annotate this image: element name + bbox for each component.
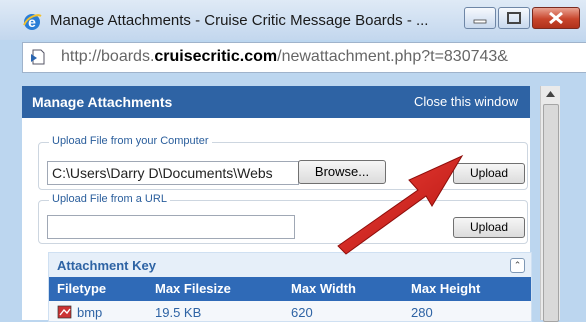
table-row: bmp 19.5 KB 620 280 bbox=[49, 301, 531, 321]
url-domain: cruisecritic.com bbox=[154, 48, 278, 65]
file-path-input[interactable]: C:\Users\Darry D\Documents\Webs bbox=[47, 161, 299, 185]
upload-from-url-legend: Upload File from a URL bbox=[49, 193, 170, 205]
address-bar[interactable]: http://boards.cruisecritic.com/newattach… bbox=[22, 42, 586, 73]
attachment-key-header: Attachment Key ⌃ bbox=[49, 253, 531, 277]
close-icon bbox=[549, 11, 563, 25]
url-input[interactable] bbox=[47, 215, 295, 239]
column-header-max-height: Max Height bbox=[411, 281, 481, 296]
window-title: Manage Attachments - Cruise Critic Messa… bbox=[50, 12, 429, 29]
attachment-key-table: Attachment Key ⌃ Filetype Max Filesize M… bbox=[48, 252, 532, 322]
collapse-icon[interactable]: ⌃ bbox=[510, 258, 525, 273]
url-text: http://boards.cruisecritic.com/newattach… bbox=[61, 48, 508, 66]
scroll-up-icon[interactable] bbox=[541, 86, 560, 102]
column-header-max-width: Max Width bbox=[291, 281, 356, 296]
upload-url-button[interactable]: Upload bbox=[453, 217, 525, 238]
upload-from-computer-group: Upload File from your Computer C:\Users\… bbox=[38, 135, 528, 190]
vertical-scrollbar[interactable] bbox=[540, 86, 560, 322]
minimize-icon bbox=[473, 19, 487, 24]
close-window-link[interactable]: Close this window bbox=[414, 94, 518, 109]
browse-button[interactable]: Browse... bbox=[298, 160, 386, 184]
bmp-file-icon bbox=[57, 305, 73, 322]
manage-attachments-panel: Manage Attachments Close this window Upl… bbox=[22, 86, 532, 322]
maximize-icon bbox=[507, 12, 521, 24]
url-suffix: /newattachment.php?t=830743& bbox=[277, 48, 508, 65]
close-window-button[interactable] bbox=[532, 7, 580, 29]
panel-header: Manage Attachments Close this window bbox=[22, 86, 530, 118]
upload-file-button[interactable]: Upload bbox=[453, 163, 525, 184]
scrollbar-thumb[interactable] bbox=[543, 104, 559, 322]
attachment-key-title: Attachment Key bbox=[57, 258, 156, 273]
window-titlebar: e Manage Attachments - Cruise Critic Mes… bbox=[0, 0, 586, 40]
cell-max-height: 280 bbox=[411, 305, 433, 320]
cell-max-width: 620 bbox=[291, 305, 313, 320]
cell-filetype: bmp bbox=[77, 305, 103, 320]
minimize-button[interactable] bbox=[464, 7, 496, 29]
internet-explorer-icon: e bbox=[22, 12, 42, 32]
upload-from-url-group: Upload File from a URL Upload bbox=[38, 193, 528, 244]
upload-from-computer-legend: Upload File from your Computer bbox=[49, 135, 212, 147]
column-header-filetype: Filetype bbox=[57, 281, 107, 296]
table-header-row: Filetype Max Filesize Max Width Max Heig… bbox=[49, 277, 531, 301]
column-header-max-filesize: Max Filesize bbox=[155, 281, 231, 296]
maximize-button[interactable] bbox=[498, 7, 530, 29]
page-icon bbox=[29, 48, 47, 66]
panel-title: Manage Attachments bbox=[32, 94, 173, 110]
window-border bbox=[560, 86, 586, 320]
url-prefix: http://boards. bbox=[61, 48, 155, 65]
cell-max-filesize: 19.5 KB bbox=[155, 305, 202, 320]
